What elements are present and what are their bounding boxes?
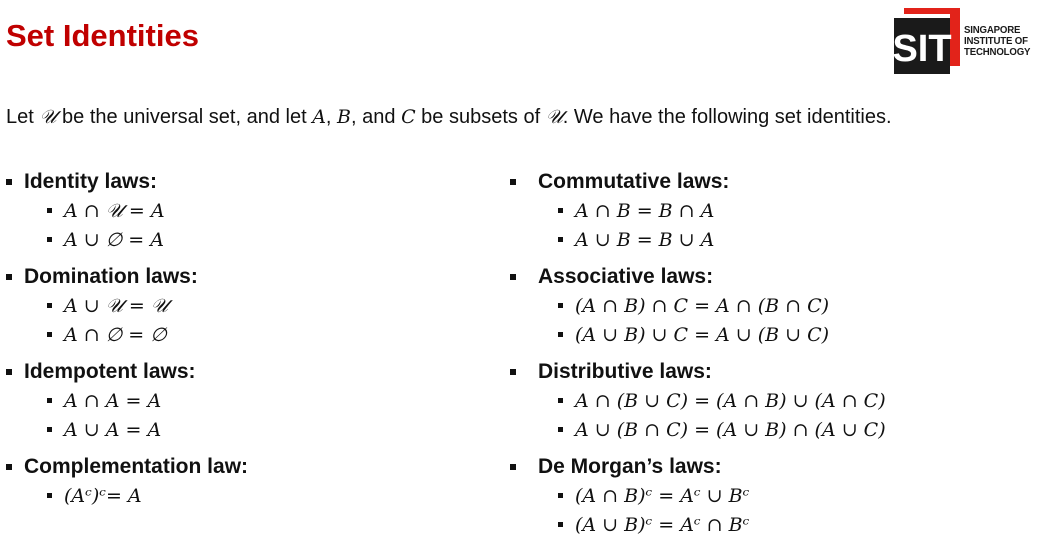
square-bullet-icon xyxy=(558,303,563,308)
square-bullet-icon xyxy=(47,332,52,337)
law-formula: A ∪ ∅ = A xyxy=(64,228,164,251)
law-group: Domination laws: A ∪ 𝒰 = 𝒰 A ∩ ∅ = ∅ xyxy=(6,263,486,349)
law-group: Associative laws: (A ∩ B) ∩ C = A ∩ (B ∩… xyxy=(510,263,1030,349)
square-bullet-icon xyxy=(47,493,52,498)
law-item: A ∪ (B ∩ C) = (A ∪ B) ∩ (A ∪ C) xyxy=(510,415,1030,444)
law-group-title: Commutative laws: xyxy=(538,170,730,193)
law-group-heading: Domination laws: xyxy=(6,263,486,291)
law-item: A ∩ B = B ∩ A xyxy=(510,196,1030,225)
sit-logo-mark-icon: SIT xyxy=(894,8,960,74)
intro-text: . We have the following set identities. xyxy=(562,106,892,128)
law-group: Complementation law: (Aᶜ)ᶜ= A xyxy=(6,453,486,510)
square-bullet-icon xyxy=(558,427,563,432)
intro-text: be subsets of xyxy=(415,106,546,128)
square-bullet-icon xyxy=(6,274,12,280)
left-column: Identity laws: A ∩ 𝒰 = A A ∪ ∅ = A Domin… xyxy=(6,168,486,510)
law-formula: A ∩ A = A xyxy=(64,389,162,412)
law-formula: A ∩ (B ∪ C) = (A ∩ B) ∪ (A ∩ C) xyxy=(575,389,886,412)
square-bullet-icon xyxy=(558,208,563,213)
law-item: (A ∪ B)ᶜ = Aᶜ ∩ Bᶜ xyxy=(510,510,1030,539)
sit-logo-line: TECHNOLOGY xyxy=(964,46,1031,58)
square-bullet-icon xyxy=(558,332,563,337)
law-item: (Aᶜ)ᶜ= A xyxy=(6,481,486,510)
square-bullet-icon xyxy=(6,464,12,470)
set-c-symbol: C xyxy=(401,106,416,128)
square-bullet-icon xyxy=(510,369,516,375)
law-group: De Morgan’s laws: (A ∩ B)ᶜ = Aᶜ ∪ Bᶜ (A … xyxy=(510,453,1030,539)
law-formula: A ∩ ∅ = ∅ xyxy=(64,323,167,346)
square-bullet-icon xyxy=(47,398,52,403)
law-item: A ∪ ∅ = A xyxy=(6,225,486,254)
square-bullet-icon xyxy=(47,237,52,242)
law-formula: A ∩ 𝒰 = A xyxy=(64,199,165,222)
sit-logo-mark-text: SIT xyxy=(894,28,952,70)
law-group-title: Idempotent laws: xyxy=(24,360,196,383)
square-bullet-icon xyxy=(510,274,516,280)
square-bullet-icon xyxy=(47,427,52,432)
law-group-heading: Associative laws: xyxy=(510,263,1030,291)
law-formula: A ∪ (B ∩ C) = (A ∪ B) ∩ (A ∪ C) xyxy=(575,418,886,441)
square-bullet-icon xyxy=(6,369,12,375)
law-item: (A ∪ B) ∪ C = A ∪ (B ∪ C) xyxy=(510,320,1030,349)
sit-logo-wordmark: SINGAPORE INSTITUTE OF TECHNOLOGY xyxy=(964,25,1031,58)
set-a-symbol: A xyxy=(312,106,326,128)
law-group-heading: Identity laws: xyxy=(6,168,486,196)
slide-title: Set Identities xyxy=(6,18,199,53)
law-group-title: Complementation law: xyxy=(24,455,249,478)
square-bullet-icon xyxy=(558,493,563,498)
law-item: A ∩ A = A xyxy=(6,386,486,415)
intro-text: , xyxy=(325,106,338,128)
square-bullet-icon xyxy=(558,398,563,403)
law-item: A ∪ B = B ∪ A xyxy=(510,225,1030,254)
law-item: (A ∩ B) ∩ C = A ∩ (B ∩ C) xyxy=(510,291,1030,320)
square-bullet-icon xyxy=(558,522,563,527)
law-group: Commutative laws: A ∩ B = B ∩ A A ∪ B = … xyxy=(510,168,1030,254)
law-group-title: De Morgan’s laws: xyxy=(538,455,722,478)
universal-set-symbol: 𝒰 xyxy=(545,106,563,128)
intro-text: be the universal set, and let xyxy=(56,106,313,128)
law-group-heading: Distributive laws: xyxy=(510,358,1030,386)
intro-text: , and xyxy=(351,106,402,128)
law-group: Distributive laws: A ∩ (B ∪ C) = (A ∩ B)… xyxy=(510,358,1030,444)
law-group-title: Associative laws: xyxy=(538,265,714,288)
law-item: A ∩ ∅ = ∅ xyxy=(6,320,486,349)
law-formula: A ∪ B = B ∪ A xyxy=(575,228,715,251)
law-formula: (A ∪ B)ᶜ = Aᶜ ∩ Bᶜ xyxy=(575,513,750,536)
right-column: Commutative laws: A ∩ B = B ∩ A A ∪ B = … xyxy=(510,168,1030,539)
law-item: A ∩ (B ∪ C) = (A ∩ B) ∪ (A ∩ C) xyxy=(510,386,1030,415)
law-item: (A ∩ B)ᶜ = Aᶜ ∪ Bᶜ xyxy=(510,481,1030,510)
square-bullet-icon xyxy=(47,303,52,308)
law-group-heading: Idempotent laws: xyxy=(6,358,486,386)
law-group-title: Domination laws: xyxy=(24,265,198,288)
intro-paragraph: Let 𝒰 be the universal set, and let A, B… xyxy=(6,104,1006,130)
square-bullet-icon xyxy=(47,208,52,213)
law-group-heading: De Morgan’s laws: xyxy=(510,453,1030,481)
law-group-heading: Commutative laws: xyxy=(510,168,1030,196)
law-formula: A ∪ 𝒰 = 𝒰 xyxy=(64,294,168,317)
law-item: A ∩ 𝒰 = A xyxy=(6,196,486,225)
law-group: Idempotent laws: A ∩ A = A A ∪ A = A xyxy=(6,358,486,444)
law-formula: (A ∪ B) ∪ C = A ∪ (B ∪ C) xyxy=(575,323,830,346)
law-formula: (A ∩ B)ᶜ = Aᶜ ∪ Bᶜ xyxy=(575,484,750,507)
set-b-symbol: B xyxy=(337,106,352,128)
universal-set-symbol: 𝒰 xyxy=(39,106,57,128)
law-formula: (A ∩ B) ∩ C = A ∩ (B ∩ C) xyxy=(575,294,830,317)
law-group-title: Identity laws: xyxy=(24,170,158,193)
square-bullet-icon xyxy=(558,237,563,242)
square-bullet-icon xyxy=(510,464,516,470)
law-formula: (Aᶜ)ᶜ= A xyxy=(64,484,142,507)
square-bullet-icon xyxy=(6,179,12,185)
law-formula: A ∩ B = B ∩ A xyxy=(575,199,715,222)
law-group: Identity laws: A ∩ 𝒰 = A A ∪ ∅ = A xyxy=(6,168,486,254)
law-group-title: Distributive laws: xyxy=(538,360,712,383)
sit-logo: SIT SINGAPORE INSTITUTE OF TECHNOLOGY xyxy=(894,8,1044,76)
law-item: A ∪ 𝒰 = 𝒰 xyxy=(6,291,486,320)
law-formula: A ∪ A = A xyxy=(64,418,162,441)
square-bullet-icon xyxy=(510,179,516,185)
law-item: A ∪ A = A xyxy=(6,415,486,444)
law-group-heading: Complementation law: xyxy=(6,453,486,481)
intro-text: Let xyxy=(6,106,40,128)
